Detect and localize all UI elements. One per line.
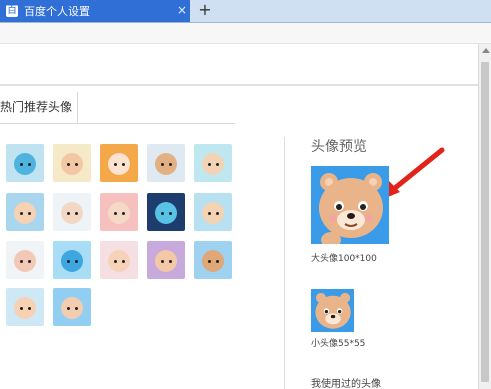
header-divider [0,84,478,86]
avatar-face [61,297,83,319]
tab-hot-avatars[interactable]: 热门推荐头像 [0,92,78,123]
avatar-eye [28,163,31,166]
browser-tab-active[interactable]: 百 百度个人设置 × [0,0,190,22]
avatar-eye [67,307,70,310]
avatar-eye [216,212,219,215]
avatar-face [155,202,177,224]
used-avatars-label: 我使用过的头像 [311,379,381,389]
avatar-eye [67,212,70,215]
avatar-eye [67,163,70,166]
avatar-face [61,250,83,272]
avatar-eye [169,212,172,215]
avatar-eye [75,307,78,310]
girl-flower-avatar[interactable] [194,193,232,231]
avatar-eye [122,260,125,263]
avatar-eye [161,260,164,263]
avatar-face [61,202,83,224]
avatar-eye [75,212,78,215]
browser-toolbar [0,23,491,44]
avatar-eye [114,163,117,166]
avatar-tabs: 热门推荐头像 [0,92,235,124]
avatar-eye [161,163,164,166]
preview-title: 头像预览 [311,139,367,155]
avatar-face [14,250,36,272]
boy-cap-avatar[interactable] [6,241,44,279]
boy-glasses-avatar[interactable] [194,144,232,182]
avatar-eye [161,212,164,215]
avatar-eye [216,163,219,166]
avatar-eye [169,260,172,263]
girl-pink-avatar[interactable] [100,241,138,279]
blue-monster-sky-avatar[interactable] [53,241,91,279]
avatar-face [61,153,83,175]
girl-glasses-red-avatar[interactable] [100,193,138,231]
avatar-eye [208,212,211,215]
avatar-eye [216,260,219,263]
page-content: 热门推荐头像 头像预览 大头像100*100 小头像55*55 我使用过的头像 [0,44,478,389]
avatar-eye [208,260,211,263]
scroll-up-arrow-icon[interactable] [482,48,490,53]
avatar-eye [20,163,23,166]
avatar-eye [208,163,211,166]
bear-sky-avatar[interactable] [194,241,232,279]
avatar-face [108,250,130,272]
avatar-eye [20,307,23,310]
avatar-face [14,202,36,224]
avatar-eye [20,260,23,263]
girl-brown-hair-avatar[interactable] [53,144,91,182]
avatar-eye [28,212,31,215]
scrollbar-thumb[interactable] [481,62,489,382]
avatar-eye [114,212,117,215]
browser-tab-bar: 百 百度个人设置 × + [0,0,491,23]
avatar-face [108,202,130,224]
avatar-face [108,153,130,175]
vertical-divider [284,137,285,389]
large-avatar-label: 大头像100*100 [311,254,377,264]
tab-close-icon[interactable]: × [177,4,187,16]
avatar-eye [20,212,23,215]
avatar-eye [114,260,117,263]
vertical-scrollbar[interactable] [478,44,491,389]
boy-black-hair-avatar[interactable] [6,193,44,231]
avatar-eye [122,163,125,166]
blue-monster-avatar[interactable] [6,144,44,182]
large-avatar-preview [311,166,389,244]
small-avatar-label: 小头像55*55 [311,339,366,349]
avatar-eye [169,163,172,166]
avatar-face [202,250,224,272]
bear-avatar[interactable] [147,144,185,182]
girl-bob-hair-avatar[interactable] [6,288,44,326]
small-avatar-preview [311,289,354,332]
tab-title: 百度个人设置 [24,5,90,18]
avatar-face [202,153,224,175]
avatar-eye [122,212,125,215]
blue-rabbit-avatar[interactable] [147,193,185,231]
bald-man-sky-avatar[interactable] [53,288,91,326]
girl-orange-cat-avatar[interactable] [100,144,138,182]
bald-man-purple-avatar[interactable] [147,241,185,279]
new-tab-button[interactable]: + [196,1,214,19]
baby-bald-avatar[interactable] [53,193,91,231]
avatar-eye [28,260,31,263]
avatar-face [14,297,36,319]
avatar-face [155,153,177,175]
avatar-face [14,153,36,175]
avatar-face [155,250,177,272]
avatar-eye [75,260,78,263]
avatar-face [202,202,224,224]
baidu-favicon-icon: 百 [6,5,18,17]
avatar-eye [75,163,78,166]
avatar-eye [28,307,31,310]
avatar-eye [67,260,70,263]
